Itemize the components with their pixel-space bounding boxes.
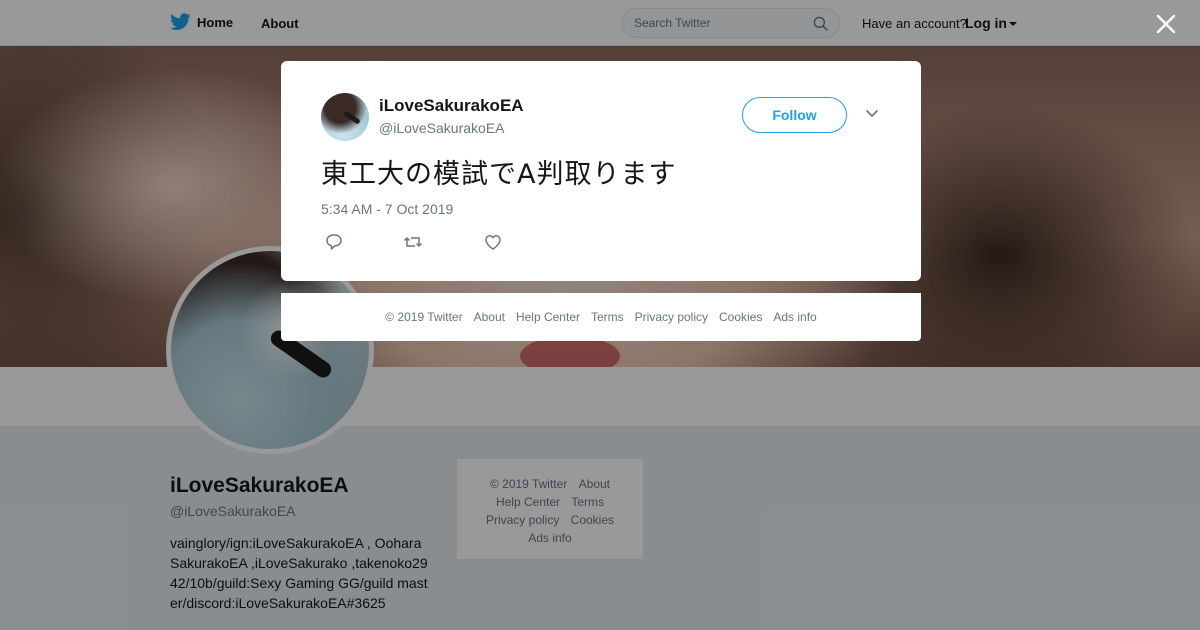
follow-button[interactable]: Follow	[742, 97, 847, 133]
modal-footer: © 2019 Twitter About Help Center Terms P…	[281, 293, 921, 341]
retweet-icon[interactable]	[402, 231, 424, 253]
like-icon[interactable]	[482, 231, 504, 253]
footer-ads-link[interactable]: Ads info	[773, 310, 816, 324]
tweet-author-handle[interactable]: @iLoveSakurakoEA	[379, 120, 505, 136]
tweet-author-name[interactable]: iLoveSakurakoEA	[379, 96, 524, 116]
footer-cookies-link[interactable]: Cookies	[719, 310, 762, 324]
footer-terms-link[interactable]: Terms	[591, 310, 624, 324]
tweet-author-avatar[interactable]	[321, 93, 369, 141]
footer-about-link[interactable]: About	[474, 310, 505, 324]
tweet-text: 東工大の模試でA判取ります	[321, 159, 677, 190]
chevron-down-icon[interactable]	[865, 109, 879, 119]
tweet-timestamp[interactable]: 5:34 AM - 7 Oct 2019	[321, 201, 453, 217]
footer-privacy-link[interactable]: Privacy policy	[635, 310, 708, 324]
footer-help-link[interactable]: Help Center	[516, 310, 580, 324]
reply-icon[interactable]	[323, 231, 345, 253]
avatar-detail	[343, 110, 361, 125]
close-icon[interactable]	[1154, 12, 1178, 36]
footer-copyright: © 2019 Twitter	[385, 310, 463, 324]
tweet-card: iLoveSakurakoEA @iLoveSakurakoEA Follow …	[281, 61, 921, 281]
